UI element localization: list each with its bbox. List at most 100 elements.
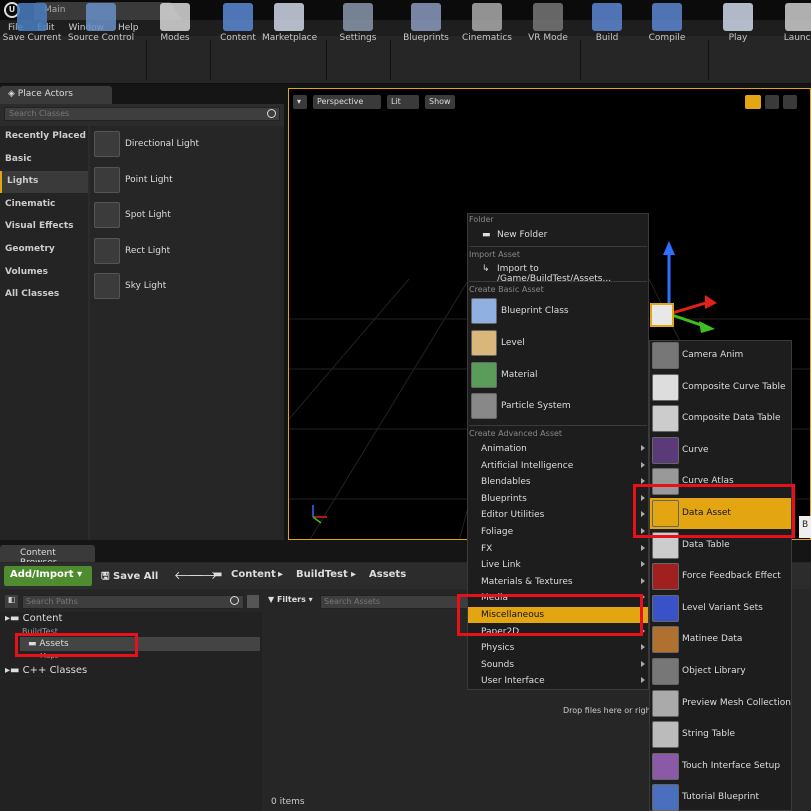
tutorial-blueprint-icon <box>652 784 679 811</box>
save-current-button[interactable]: Save Current <box>2 0 62 48</box>
actor-directional-light[interactable]: Directional Light <box>94 131 274 161</box>
sources-toggle-icon[interactable]: ◧ <box>5 595 18 608</box>
point-light-icon <box>94 166 120 193</box>
advanced-item-blueprints[interactable]: Blueprints <box>468 491 648 507</box>
tab-content-browser[interactable]: Content Browser <box>0 545 95 568</box>
breadcrumb-assets[interactable]: Assets <box>369 569 406 580</box>
search-classes-placeholder: Search Classes <box>9 109 70 118</box>
actor-spot-light[interactable]: Spot Light <box>94 202 274 232</box>
basic-item-blueprint-class[interactable]: Blueprint Class <box>469 296 647 326</box>
basic-item-label: Blueprint Class <box>501 306 569 316</box>
submenu-item-camera-anim[interactable]: Camera Anim <box>650 340 791 371</box>
submenu-item-matinee-data[interactable]: Matinee Data <box>650 624 791 655</box>
play-button[interactable]: Play <box>716 0 760 48</box>
advanced-item-physics[interactable]: Physics <box>468 640 648 656</box>
cinematics-icon <box>472 3 502 31</box>
basic-item-particle-system[interactable]: Particle System <box>469 391 647 421</box>
new-folder-item[interactable]: ▬ New Folder <box>468 227 648 243</box>
launch-button[interactable]: Launch <box>778 0 811 48</box>
cinematics-button[interactable]: Cinematics <box>458 0 516 48</box>
search-classes-input[interactable]: Search Classes <box>4 107 280 121</box>
settings-button[interactable]: Settings <box>330 0 386 48</box>
advanced-item-live-link[interactable]: Live Link <box>468 557 648 573</box>
view-options-icon[interactable] <box>247 595 259 608</box>
category-all-classes[interactable]: All Classes <box>0 284 88 306</box>
rotate-mode-icon[interactable] <box>765 95 779 109</box>
category-basic[interactable]: Basic <box>0 149 88 171</box>
tab-place-actors[interactable]: ◈ Place Actors <box>0 86 112 104</box>
search-icon[interactable] <box>267 109 276 118</box>
compile-button[interactable]: Compile <box>646 0 688 48</box>
vr-mode-button[interactable]: VR Mode <box>522 0 574 48</box>
search-paths-placeholder: Search Paths <box>26 597 78 606</box>
advanced-item-blendables[interactable]: Blendables <box>468 474 648 490</box>
source-control-button[interactable]: Source Control <box>64 0 138 48</box>
search-icon[interactable] <box>230 596 239 605</box>
submenu-item-object-library[interactable]: Object Library <box>650 656 791 687</box>
filters-button[interactable]: ▼ Filters ▾ <box>268 595 313 604</box>
advanced-item-label: Sounds <box>481 659 515 670</box>
advanced-item-label: FX <box>481 543 493 554</box>
submenu-item-touch-interface-setup[interactable]: Touch Interface Setup <box>650 751 791 782</box>
add-import-label: Add/Import <box>10 569 74 580</box>
category-volumes[interactable]: Volumes <box>0 262 88 284</box>
blueprints-button[interactable]: Blueprints <box>398 0 454 48</box>
import-item[interactable]: ↳ Import to /Game/BuildTest/Assets... <box>468 261 648 284</box>
show-button[interactable]: Show <box>425 95 455 109</box>
build-button[interactable]: Build <box>586 0 628 48</box>
submenu-item-force-feedback-effect[interactable]: Force Feedback Effect <box>650 561 791 592</box>
actor-point-light[interactable]: Point Light <box>94 166 274 197</box>
save-all-button[interactable]: 🖫 Save All <box>101 569 158 586</box>
breadcrumb-content[interactable]: Content <box>231 569 276 580</box>
actor-rect-light[interactable]: Rect Light <box>94 237 274 268</box>
folder-icon: ▬ <box>213 569 223 580</box>
tree-content[interactable]: ▸▬ Content <box>5 613 62 624</box>
advanced-item-fx[interactable]: FX <box>468 541 648 557</box>
advanced-item-artificial-intelligence[interactable]: Artificial Intelligence <box>468 458 648 474</box>
basic-item-material[interactable]: Material <box>469 360 647 390</box>
cinematics-label: Cinematics <box>462 33 512 43</box>
actor-sky-light[interactable]: Sky Light <box>94 273 274 303</box>
advanced-item-foliage[interactable]: Foliage <box>468 524 648 540</box>
submenu-item-preview-mesh-collection[interactable]: Preview Mesh Collection <box>650 688 791 719</box>
modes-button[interactable]: Modes <box>150 0 200 48</box>
perspective-button[interactable]: Perspective <box>313 95 381 109</box>
build-icon <box>592 3 622 31</box>
submenu-item-composite-data-table[interactable]: Composite Data Table <box>650 403 791 434</box>
tree-cpp-classes[interactable]: ▸▬ C++ Classes <box>5 665 87 676</box>
advanced-item-animation[interactable]: Animation <box>468 441 648 457</box>
toolbar-separator <box>390 40 391 80</box>
place-actors-tab-label: Place Actors <box>17 89 73 99</box>
save-icon <box>17 3 47 31</box>
content-button[interactable]: Content <box>216 0 260 48</box>
submenu-item-composite-curve-table[interactable]: Composite Curve Table <box>650 372 791 403</box>
breadcrumb-buildtest[interactable]: BuildTest <box>296 569 348 580</box>
lit-button[interactable]: Lit <box>387 95 419 109</box>
category-visual-effects[interactable]: Visual Effects <box>0 216 88 238</box>
category-geometry[interactable]: Geometry <box>0 239 88 261</box>
advanced-item-sounds[interactable]: Sounds <box>468 657 648 673</box>
submenu-item-level-variant-sets[interactable]: Level Variant Sets <box>650 593 791 624</box>
submenu-item-string-table[interactable]: String Table <box>650 719 791 750</box>
search-paths-input[interactable]: Search Paths <box>22 595 244 609</box>
advanced-item-materials-textures[interactable]: Materials & Textures <box>468 574 648 590</box>
search-assets-input[interactable]: Search Assets <box>320 595 468 609</box>
category-lights[interactable]: Lights <box>0 171 88 194</box>
basic-item-level[interactable]: Level <box>469 328 647 358</box>
advanced-item-label: Live Link <box>481 560 521 571</box>
marketplace-button[interactable]: Marketplace <box>262 0 317 48</box>
advanced-item-editor-utilities[interactable]: Editor Utilities <box>468 507 648 523</box>
advanced-item-user-interface[interactable]: User Interface <box>468 673 648 689</box>
category-recently-placed[interactable]: Recently Placed <box>0 126 88 148</box>
submenu-item-curve[interactable]: Curve <box>650 435 791 466</box>
category-cinematic[interactable]: Cinematic <box>0 194 88 216</box>
directional-light-icon <box>94 131 120 157</box>
scale-mode-icon[interactable] <box>783 95 797 109</box>
submenu-item-tutorial-blueprint[interactable]: Tutorial Blueprint <box>650 782 791 811</box>
transform-mode-icon[interactable] <box>745 95 761 109</box>
preview-mesh-collection-icon <box>652 689 679 717</box>
viewport-options-button[interactable]: ▾ <box>293 95 307 109</box>
particle-system-icon <box>471 393 497 420</box>
add-import-button[interactable]: Add/Import ▾ <box>4 566 92 586</box>
annotation-assets-folder <box>15 633 138 657</box>
